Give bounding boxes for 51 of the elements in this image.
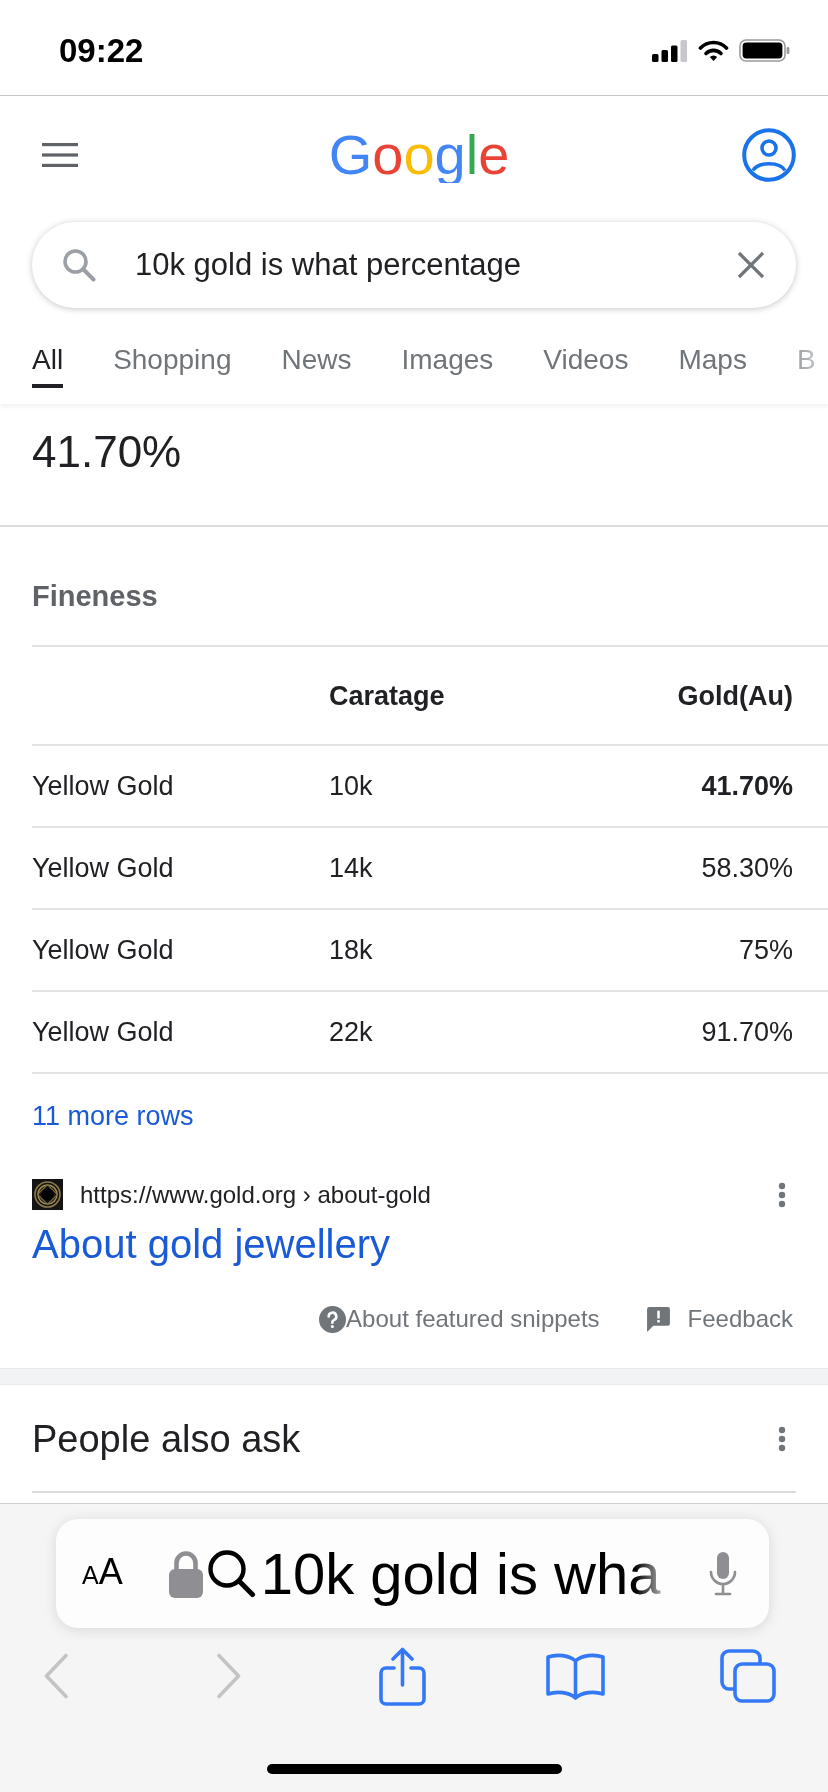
table-cell: 58.30% bbox=[701, 852, 793, 884]
table-cell: 91.70% bbox=[701, 1016, 793, 1048]
result-title-link[interactable]: About gold jewellery bbox=[32, 1221, 390, 1267]
feedback-button[interactable]: Feedback bbox=[645, 1304, 793, 1334]
column-header: Gold(Au) bbox=[677, 679, 793, 712]
help-icon bbox=[319, 1305, 347, 1333]
address-bar[interactable]: AA 10k gold is wha bbox=[56, 1519, 769, 1628]
site-favicon-icon bbox=[32, 1179, 63, 1210]
search-tab[interactable]: Shopping bbox=[113, 308, 232, 388]
search-tab[interactable]: All bbox=[32, 308, 64, 388]
table-cell: 14k bbox=[329, 852, 373, 884]
section-heading: People also ask bbox=[32, 1417, 301, 1461]
table-cell: Yellow Gold bbox=[32, 770, 174, 802]
lock-icon bbox=[168, 1549, 203, 1598]
text-size-button[interactable]: AA bbox=[82, 1552, 123, 1595]
search-input[interactable]: 10k gold is what percentage bbox=[135, 245, 737, 285]
table-cell: 22k bbox=[329, 1016, 373, 1048]
table-cell: 10k bbox=[329, 770, 373, 802]
wifi-icon bbox=[698, 39, 729, 62]
more-rows-link[interactable]: 11 more rows bbox=[32, 1100, 194, 1132]
battery-icon bbox=[739, 39, 790, 62]
column-header: Caratage bbox=[329, 679, 445, 712]
search-tab[interactable]: News bbox=[281, 308, 352, 388]
close-icon[interactable] bbox=[737, 251, 765, 279]
feedback-icon bbox=[645, 1305, 671, 1333]
address-text: 10k gold is wha bbox=[260, 1540, 661, 1607]
account-icon[interactable] bbox=[742, 128, 796, 182]
table-cell: Yellow Gold bbox=[32, 852, 174, 884]
status-time: 09:22 bbox=[59, 30, 144, 71]
search-icon bbox=[206, 1549, 256, 1598]
table-cell: Yellow Gold bbox=[32, 934, 174, 966]
search-tab[interactable]: Images bbox=[401, 308, 494, 388]
about-snippets-button[interactable]: About featured snippets bbox=[319, 1304, 600, 1334]
signal-icon bbox=[652, 39, 688, 62]
tabs-icon[interactable] bbox=[720, 1649, 776, 1703]
menu-icon[interactable] bbox=[42, 143, 78, 167]
share-icon[interactable] bbox=[378, 1646, 426, 1706]
book-icon[interactable] bbox=[545, 1652, 605, 1700]
search-tab[interactable]: Videos bbox=[543, 308, 629, 388]
table-cell: 18k bbox=[329, 934, 373, 966]
table-title: Fineness bbox=[32, 579, 158, 613]
table-cell: 41.70% bbox=[701, 770, 793, 802]
result-url: https://www.gold.org › about-gold bbox=[80, 1180, 431, 1210]
table-cell: 75% bbox=[738, 934, 793, 966]
more-options-icon[interactable] bbox=[778, 1181, 786, 1208]
table-cell: Yellow Gold bbox=[32, 1016, 174, 1048]
more-options-icon[interactable] bbox=[778, 1426, 786, 1452]
microphone-icon[interactable] bbox=[708, 1551, 738, 1596]
search-icon bbox=[62, 248, 96, 282]
answer-value: 41.70% bbox=[32, 426, 182, 478]
search-tab[interactable]: Maps bbox=[678, 308, 747, 388]
